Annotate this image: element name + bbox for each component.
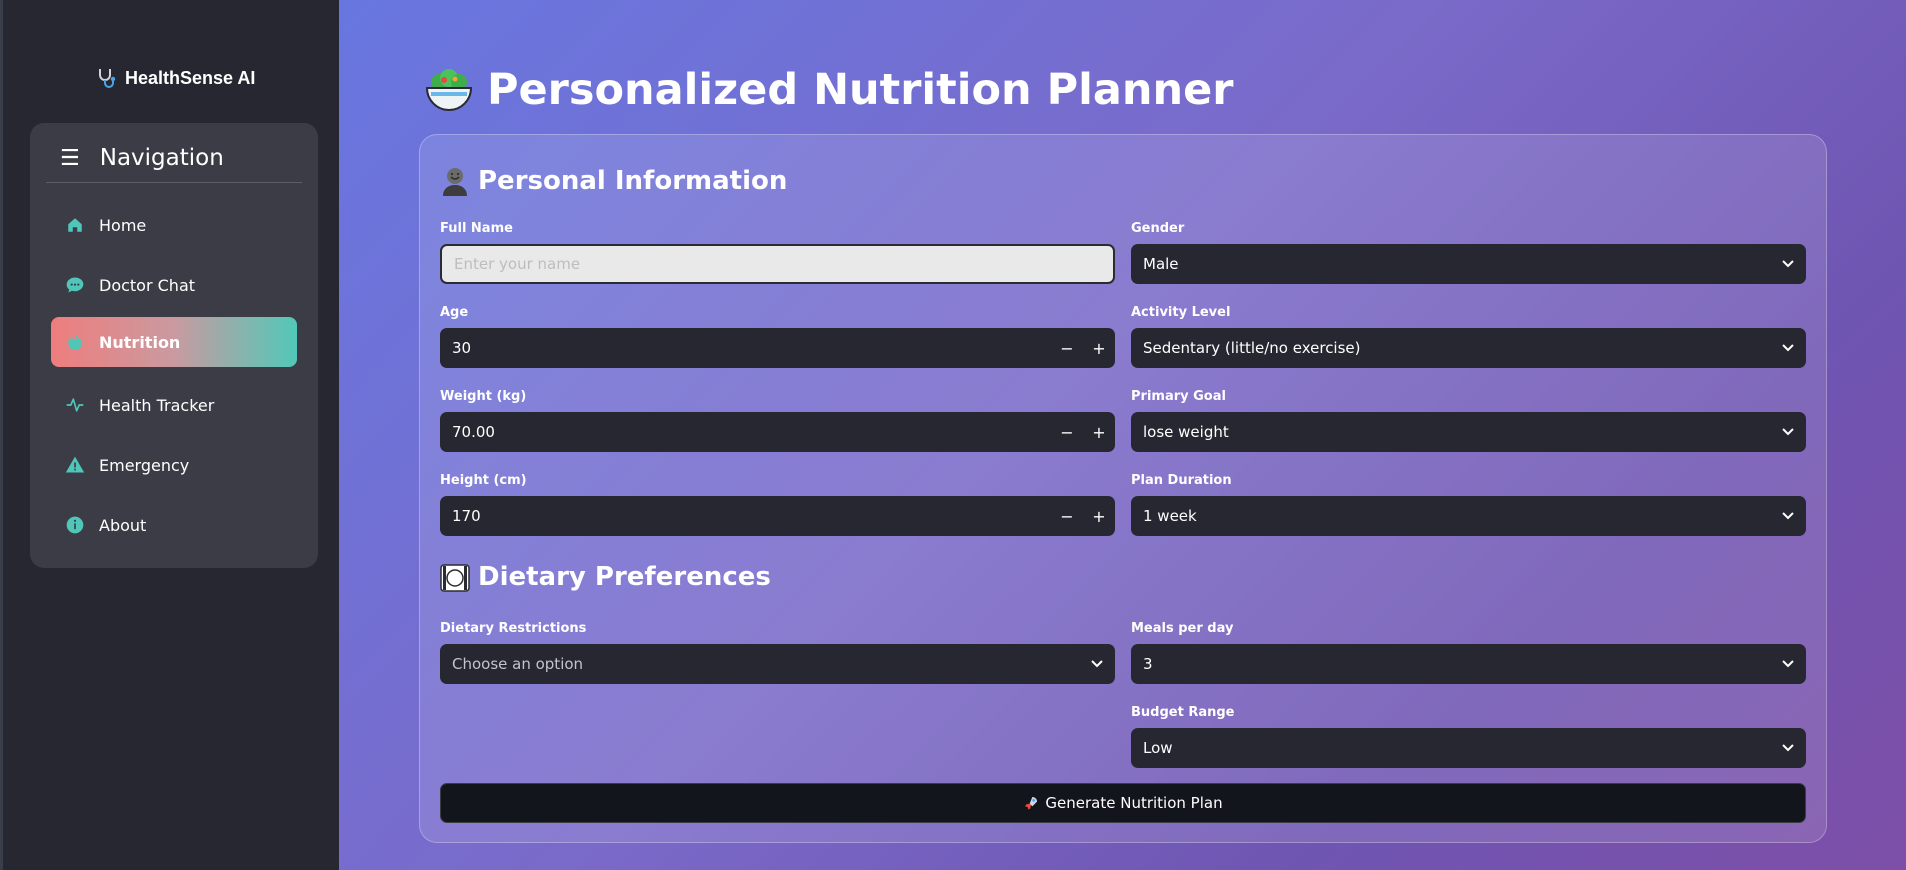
sidebar-item-label: About <box>99 515 147 535</box>
chevron-down-icon <box>1770 744 1806 752</box>
navigation-header: ☰ Navigation <box>46 141 302 183</box>
primary-goal-value: lose weight <box>1143 423 1229 441</box>
sidebar-item-label: Emergency <box>99 455 190 475</box>
chat-icon <box>65 275 85 295</box>
sidebar-item-doctor-chat[interactable]: Doctor Chat <box>51 260 297 310</box>
sidebar-item-label: Nutrition <box>99 332 181 352</box>
dietary-restrictions-multiselect[interactable]: Choose an option <box>440 644 1115 684</box>
main-content: Personalized Nutrition Planner Personal … <box>339 0 1906 870</box>
full-name-label: Full Name <box>440 221 513 236</box>
home-icon <box>65 215 85 235</box>
warning-icon <box>65 455 85 475</box>
weight-increment-button[interactable]: + <box>1083 423 1115 442</box>
plan-duration-value: 1 week <box>1143 507 1197 525</box>
age-value: 30 <box>452 339 472 357</box>
chevron-down-icon <box>1770 344 1806 352</box>
person-icon <box>443 168 467 196</box>
sidebar-item-nutrition[interactable]: Nutrition <box>51 317 297 367</box>
rocket-icon <box>1025 797 1038 810</box>
page-title-text: Personalized Nutrition Planner <box>487 65 1234 115</box>
dietary-preferences-title: Dietary Preferences <box>478 562 771 592</box>
chevron-down-icon <box>1770 260 1806 268</box>
weight-stepper[interactable]: 70.00 − + <box>440 412 1115 452</box>
info-icon <box>65 515 85 535</box>
sidebar-item-home[interactable]: Home <box>51 200 297 250</box>
navigation-panel: ☰ Navigation Home Doctor Chat Nutrition <box>30 123 318 568</box>
age-stepper[interactable]: 30 − + <box>440 328 1115 368</box>
weight-decrement-button[interactable]: − <box>1051 423 1083 442</box>
navigation-title: Navigation <box>99 144 224 171</box>
primary-goal-label: Primary Goal <box>1131 389 1226 404</box>
activity-icon <box>65 395 85 415</box>
sidebar-item-health-tracker[interactable]: Health Tracker <box>51 380 297 430</box>
generate-nutrition-plan-button[interactable]: Generate Nutrition Plan <box>440 783 1806 823</box>
meals-per-day-value: 3 <box>1143 655 1153 673</box>
meals-per-day-select[interactable]: 3 <box>1131 644 1806 684</box>
age-label: Age <box>440 305 469 320</box>
budget-range-label: Budget Range <box>1131 705 1235 720</box>
brand-name: HealthSense AI <box>125 67 256 88</box>
salad-bowl-icon <box>425 69 473 111</box>
apple-icon <box>65 332 85 352</box>
primary-goal-select[interactable]: lose weight <box>1131 412 1806 452</box>
activity-level-label: Activity Level <box>1131 305 1231 320</box>
activity-level-select[interactable]: Sedentary (little/no exercise) <box>1131 328 1806 368</box>
personal-info-title: Personal Information <box>478 166 788 196</box>
chevron-down-icon <box>1770 660 1806 668</box>
age-decrement-button[interactable]: − <box>1051 339 1083 358</box>
generate-button-label: Generate Nutrition Plan <box>1045 794 1223 812</box>
activity-level-value: Sedentary (little/no exercise) <box>1143 339 1361 357</box>
weight-value: 70.00 <box>452 423 495 441</box>
budget-range-select[interactable]: Low <box>1131 728 1806 768</box>
page-title: Personalized Nutrition Planner <box>423 64 1233 116</box>
age-increment-button[interactable]: + <box>1083 339 1115 358</box>
height-value: 170 <box>452 507 481 525</box>
app-brand: HealthSense AI <box>95 66 255 90</box>
gender-value: Male <box>1143 255 1179 273</box>
sidebar-item-label: Health Tracker <box>99 395 215 415</box>
height-decrement-button[interactable]: − <box>1051 507 1083 526</box>
plate-cutlery-icon <box>440 564 470 592</box>
chevron-down-icon <box>1770 512 1806 520</box>
stethoscope-icon <box>99 69 116 88</box>
sidebar-item-label: Doctor Chat <box>99 275 196 295</box>
dietary-restrictions-label: Dietary Restrictions <box>440 621 587 636</box>
menu-icon[interactable]: ☰ <box>60 146 80 169</box>
full-name-placeholder: Enter your name <box>454 255 581 273</box>
dietary-preferences-heading: Dietary Preferences <box>440 561 771 593</box>
gender-select[interactable]: Male <box>1131 244 1806 284</box>
planner-form-card: Personal Information Full Name Enter you… <box>419 134 1827 843</box>
height-stepper[interactable]: 170 − + <box>440 496 1115 536</box>
personal-info-heading: Personal Information <box>440 165 787 197</box>
sidebar-item-emergency[interactable]: Emergency <box>51 440 297 490</box>
height-label: Height (cm) <box>440 473 527 488</box>
gender-label: Gender <box>1131 221 1185 236</box>
sidebar-item-label: Home <box>99 215 147 235</box>
meals-per-day-label: Meals per day <box>1131 621 1234 636</box>
sidebar-item-about[interactable]: About <box>51 500 297 550</box>
plan-duration-select[interactable]: 1 week <box>1131 496 1806 536</box>
chevron-down-icon <box>1079 660 1115 668</box>
budget-range-value: Low <box>1143 739 1173 757</box>
full-name-field[interactable]: Enter your name <box>440 244 1115 284</box>
plan-duration-label: Plan Duration <box>1131 473 1232 488</box>
dietary-restrictions-placeholder: Choose an option <box>452 655 584 673</box>
sidebar: HealthSense AI ☰ Navigation Home Doctor … <box>0 0 339 870</box>
chevron-down-icon <box>1770 428 1806 436</box>
weight-label: Weight (kg) <box>440 389 527 404</box>
height-increment-button[interactable]: + <box>1083 507 1115 526</box>
